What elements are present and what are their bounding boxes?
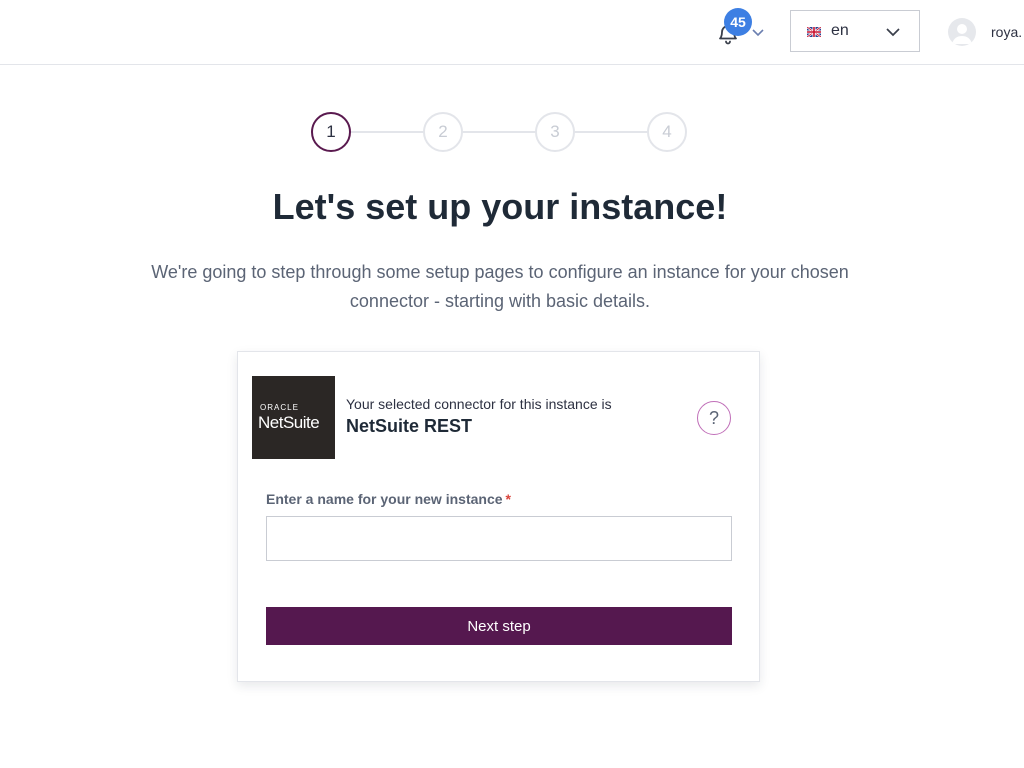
notifications-button[interactable]: 45 <box>714 8 752 48</box>
help-button[interactable]: ? <box>697 401 731 435</box>
connector-name: NetSuite REST <box>346 416 473 436</box>
netsuite-logo: ORACLE NetSuite <box>252 376 335 459</box>
notification-count-badge: 45 <box>724 8 752 36</box>
step-3: 3 <box>535 112 575 152</box>
language-value: en <box>831 22 849 39</box>
step-4: 4 <box>647 112 687 152</box>
step-connector <box>461 131 537 133</box>
instance-name-label-text: Enter a name for your new instance <box>266 491 503 507</box>
setup-card: ORACLE NetSuite Your selected connector … <box>237 351 760 682</box>
page-subtitle: We're going to step through some setup p… <box>151 262 849 311</box>
step-2: 2 <box>423 112 463 152</box>
page-title: Let's set up your instance! <box>272 186 728 227</box>
question-icon: ? <box>708 407 719 428</box>
language-select[interactable]: en <box>790 10 920 52</box>
top-bar: 45 en roya. <box>0 0 1024 65</box>
progress-stepper: 1 2 3 4 <box>311 112 687 152</box>
required-indicator: * <box>505 491 511 507</box>
step-connector <box>349 131 425 133</box>
user-name[interactable]: roya. <box>991 24 1022 40</box>
logo-oracle-text: ORACLE <box>260 403 299 412</box>
logo-netsuite-text: NetSuite <box>258 413 320 432</box>
chevron-down-icon <box>886 28 900 37</box>
instance-name-label: Enter a name for your new instance * <box>266 491 511 507</box>
chevron-down-icon[interactable] <box>751 25 765 39</box>
user-avatar[interactable] <box>948 18 976 46</box>
instance-name-input[interactable] <box>266 516 732 561</box>
user-icon <box>952 24 972 44</box>
connector-label: Your selected connector for this instanc… <box>346 396 612 412</box>
step-connector <box>573 131 649 133</box>
next-step-button[interactable]: Next step <box>266 607 732 645</box>
uk-flag-icon <box>807 27 821 37</box>
step-1: 1 <box>311 112 351 152</box>
